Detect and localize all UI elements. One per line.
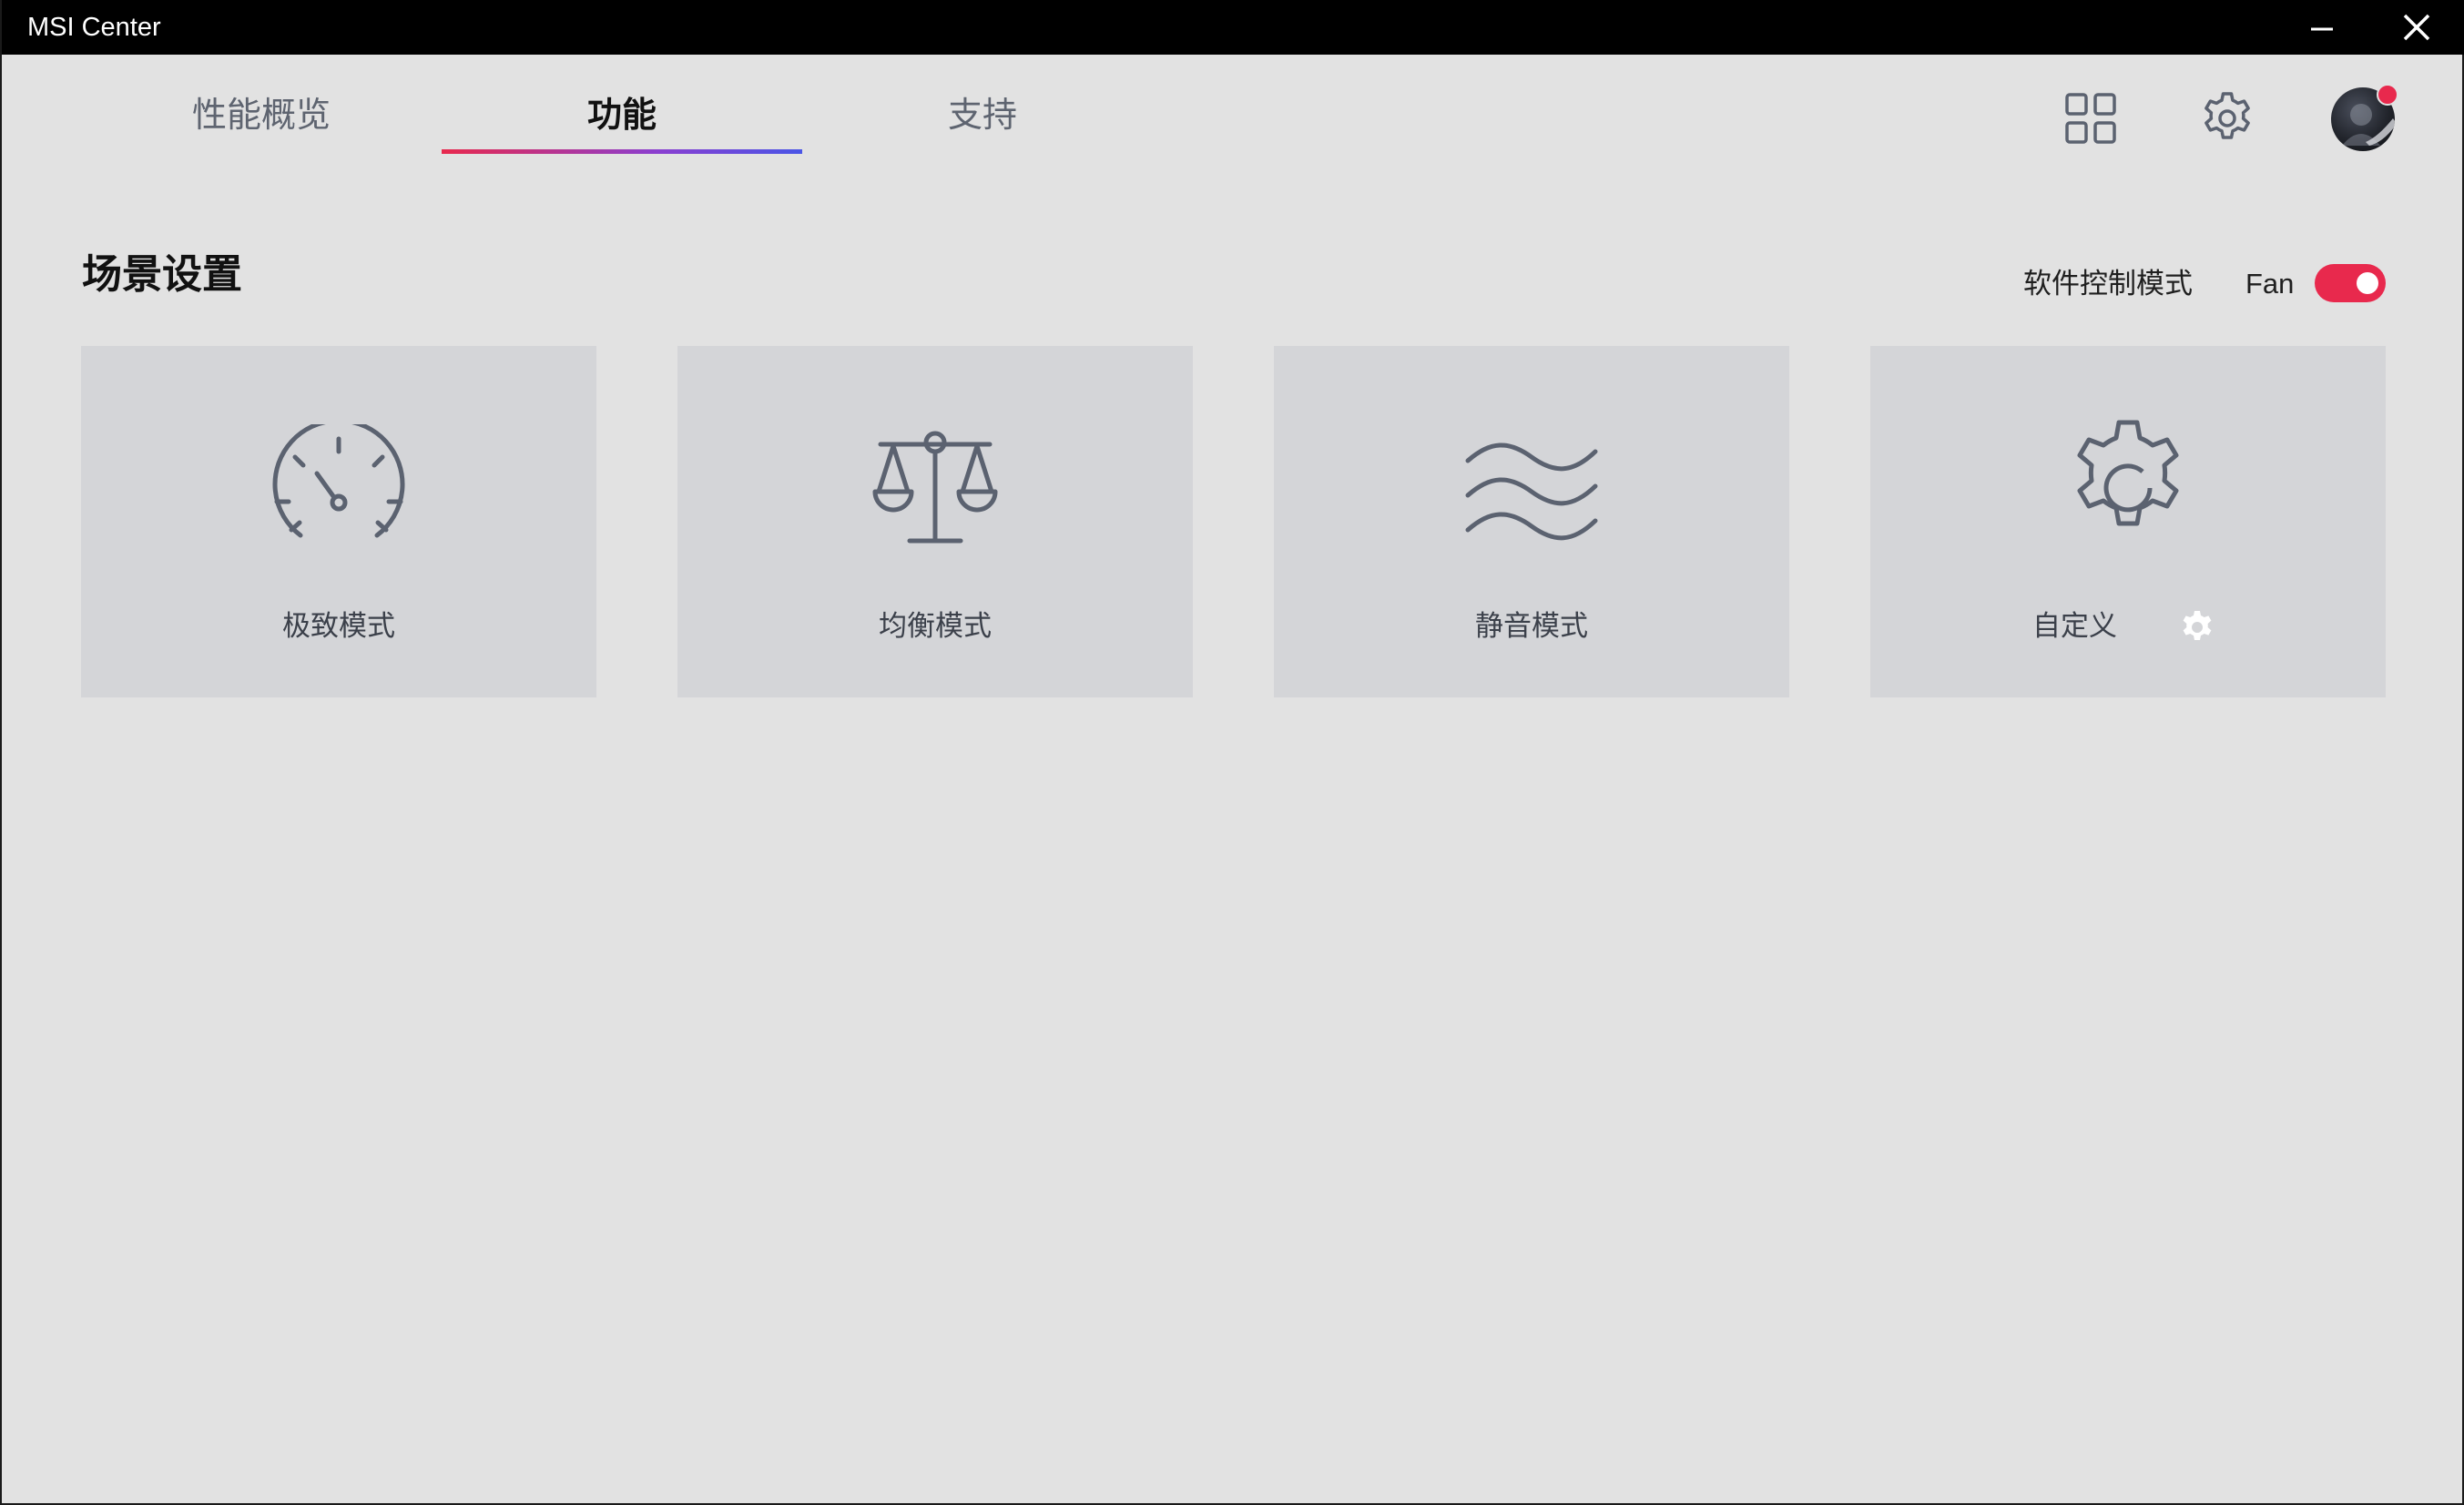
page-title: 场景设置 [82, 251, 242, 298]
close-icon [2403, 14, 2430, 41]
mode-label-custom: 自定义 [2032, 610, 2117, 643]
title-bar[interactable]: MSI Center [2, 0, 2464, 55]
speedometer-icon [272, 424, 405, 538]
tab-features[interactable]: 功能 [442, 87, 802, 142]
fan-toggle[interactable] [2315, 264, 2386, 302]
mode-label-silent: 静音模式 [1475, 610, 1588, 643]
grid-icon [2065, 93, 2116, 144]
software-control-label: 软件控制模式 [2023, 268, 2193, 300]
fan-label: Fan [2245, 268, 2295, 300]
window-title: MSI Center [27, 13, 161, 42]
gear-icon [2077, 420, 2179, 526]
active-tab-indicator [442, 149, 802, 154]
balance-scale-icon [872, 431, 998, 544]
mode-card-extreme[interactable]: 极致模式 [81, 346, 596, 697]
gear-icon [2183, 611, 2212, 640]
toggle-knob [2357, 272, 2378, 294]
minimize-button[interactable] [2278, 0, 2366, 55]
mode-label-extreme: 极致模式 [282, 610, 395, 643]
settings-button[interactable] [2198, 89, 2256, 147]
mode-card-custom[interactable]: 自定义 [1870, 346, 2386, 697]
close-button[interactable] [2373, 0, 2460, 55]
tab-support[interactable]: 支持 [878, 87, 1087, 142]
apps-button[interactable] [2062, 89, 2120, 147]
tab-performance-overview[interactable]: 性能概览 [157, 87, 366, 142]
minimize-icon [2311, 27, 2333, 31]
waves-icon [1465, 442, 1598, 541]
mode-card-balanced[interactable]: 均衡模式 [677, 346, 1193, 697]
mode-card-silent[interactable]: 静音模式 [1274, 346, 1789, 697]
gear-icon [2204, 92, 2250, 139]
app-window: MSI Center 性能概览 功能 支持 场景设置 软件控制模式 Fan 极致… [0, 0, 2464, 1505]
mode-label-balanced: 均衡模式 [879, 610, 992, 643]
notification-badge [2377, 84, 2398, 106]
custom-settings-button[interactable] [2178, 608, 2216, 646]
